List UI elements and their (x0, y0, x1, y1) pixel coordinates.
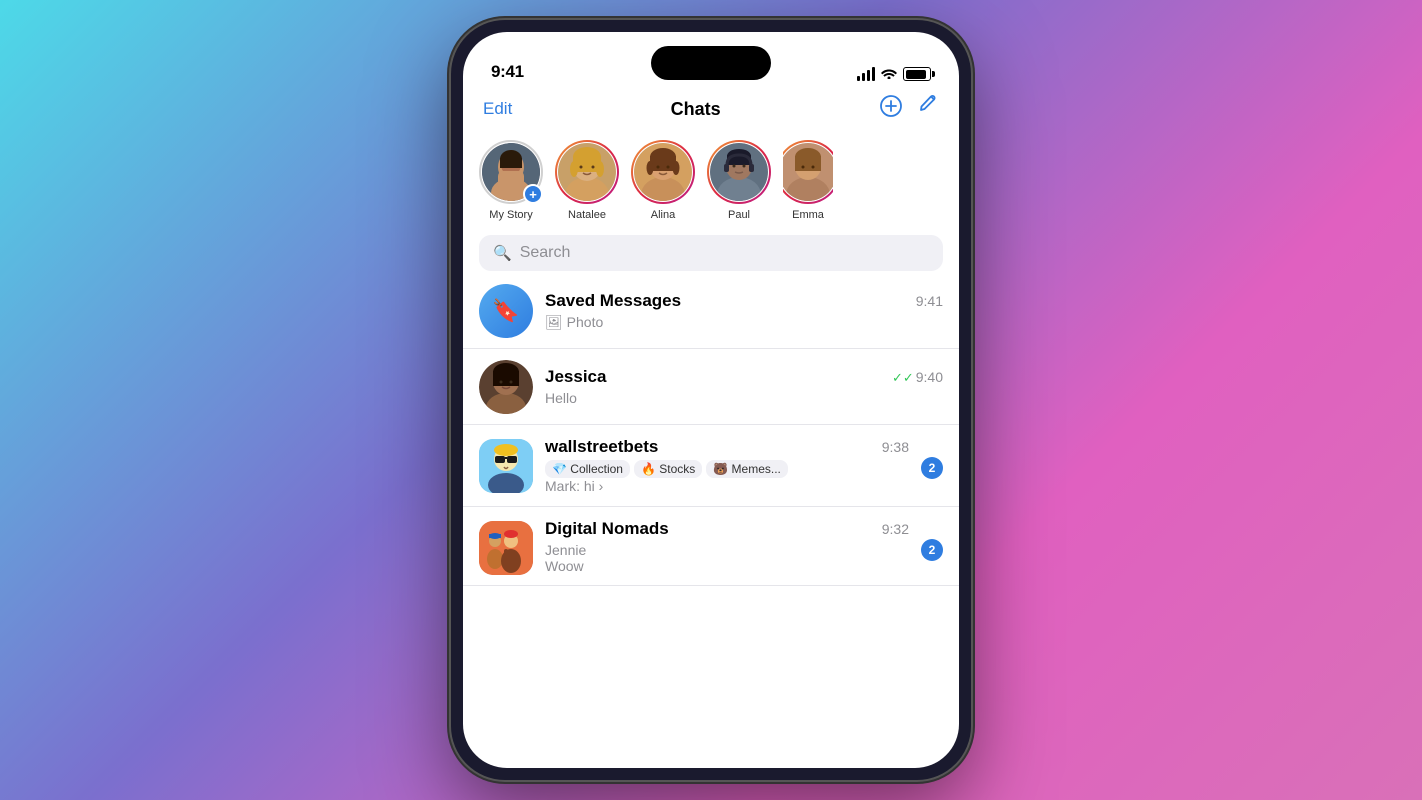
chat-name-jessica: Jessica (545, 367, 606, 387)
edit-button[interactable]: Edit (483, 99, 512, 119)
story-ring-natalee (555, 140, 619, 204)
chat-content-jessica: Jessica ✓✓9:40 Hello (545, 367, 943, 406)
wifi-icon (881, 66, 897, 82)
story-avatar-wrapper-mystory: + (479, 140, 543, 204)
dynamic-island (651, 46, 771, 80)
story-avatar-wrapper-natalee (555, 140, 619, 204)
signal-icon (857, 67, 875, 81)
story-ring-alina (631, 140, 695, 204)
avatar-paul (710, 143, 768, 201)
chat-top-jessica: Jessica ✓✓9:40 (545, 367, 943, 387)
chat-time-wsb: 9:38 (882, 439, 909, 455)
chat-preview-row-wsb: Mark: hi › (545, 478, 909, 494)
chat-preview-nomads-2: Woow (545, 558, 909, 574)
story-avatar-wrapper-emma (783, 140, 833, 204)
battery-icon (903, 67, 931, 81)
chat-content-nomads: Digital Nomads 9:32 Jennie Woow (545, 519, 909, 574)
topic-tags-wsb: 💎 Collection 🔥 Stocks 🐻 Memes... (545, 460, 909, 478)
topic-tag-stocks: 🔥 Stocks (634, 460, 702, 478)
story-ring-emma (783, 140, 833, 204)
chat-name-nomads: Digital Nomads (545, 519, 669, 539)
story-label-mystory: My Story (489, 209, 532, 221)
add-story-badge: + (523, 184, 543, 204)
search-placeholder: Search (520, 244, 571, 262)
story-item-alina[interactable]: Alina (631, 140, 695, 221)
chat-badge-nomads: 2 (921, 539, 943, 561)
story-item-my-story[interactable]: + My Story (479, 140, 543, 221)
phone-wrapper: 9:41 (451, 20, 971, 780)
story-item-paul[interactable]: Paul (707, 140, 771, 221)
chat-preview-saved: 🖼 Photo (545, 314, 943, 331)
compose-icon[interactable] (917, 94, 939, 124)
chat-top-nomads: Digital Nomads 9:32 (545, 519, 909, 539)
add-contact-icon[interactable] (879, 94, 903, 124)
chat-time-jessica: ✓✓9:40 (892, 369, 943, 386)
header-actions (879, 94, 939, 124)
chat-badge-wsb: 2 (921, 457, 943, 479)
chat-item-wsb[interactable]: wallstreetbets 9:38 💎 Collection 🔥 Stock… (463, 425, 959, 507)
bookmark-icon: 🔖 (492, 298, 519, 324)
story-label-paul: Paul (728, 209, 750, 221)
story-label-emma: Emma (792, 209, 824, 221)
avatar-alina (634, 143, 692, 201)
chat-item-saved-messages[interactable]: 🔖 Saved Messages 9:41 🖼 Photo (463, 273, 959, 349)
search-bar[interactable]: 🔍 Search (479, 235, 943, 271)
phone-screen: 9:41 (463, 32, 959, 768)
chat-content-saved: Saved Messages 9:41 🖼 Photo (545, 291, 943, 331)
story-item-emma[interactable]: Emma (783, 140, 833, 221)
chat-item-jessica[interactable]: Jessica ✓✓9:40 Hello (463, 349, 959, 425)
topic-tag-collection: 💎 Collection (545, 460, 630, 478)
signal-bar-4 (872, 67, 875, 81)
story-label-alina: Alina (651, 209, 675, 221)
chat-item-nomads[interactable]: Digital Nomads 9:32 Jennie Woow 2 (463, 507, 959, 586)
battery-fill (906, 70, 927, 79)
chat-avatar-wsb (479, 439, 533, 493)
signal-bar-3 (867, 70, 870, 81)
chat-avatar-nomads (479, 521, 533, 575)
story-avatar-wrapper-alina (631, 140, 695, 204)
chat-content-wsb: wallstreetbets 9:38 💎 Collection 🔥 Stock… (545, 437, 909, 494)
signal-bar-2 (862, 73, 865, 81)
chat-avatar-jessica (479, 360, 533, 414)
chat-preview-jessica: Hello (545, 390, 943, 406)
header: Edit Chats (463, 90, 959, 134)
chat-time-saved: 9:41 (916, 293, 943, 309)
signal-bar-1 (857, 76, 860, 81)
story-label-natalee: Natalee (568, 209, 606, 221)
chat-preview-wsb: Mark: hi › (545, 478, 603, 494)
chat-list: 🔖 Saved Messages 9:41 🖼 Photo (463, 273, 959, 768)
avatar-emma (783, 143, 833, 201)
chat-preview-nomads-1: Jennie (545, 542, 909, 558)
search-icon: 🔍 (493, 244, 512, 262)
story-ring-paul (707, 140, 771, 204)
page-title: Chats (671, 99, 721, 120)
chat-top-saved: Saved Messages 9:41 (545, 291, 943, 311)
chat-name-wsb: wallstreetbets (545, 437, 658, 457)
status-icons (857, 66, 931, 82)
stories-row: + My Story (463, 134, 959, 235)
read-checkmark-jessica: ✓✓ (892, 370, 914, 385)
right-area-jessica: ✓✓9:40 (892, 369, 943, 386)
chat-avatar-saved: 🔖 (479, 284, 533, 338)
story-item-natalee[interactable]: Natalee (555, 140, 619, 221)
story-avatar-wrapper-paul (707, 140, 771, 204)
chat-name-saved: Saved Messages (545, 291, 681, 311)
chat-top-wsb: wallstreetbets 9:38 (545, 437, 909, 457)
chat-time-nomads: 9:32 (882, 521, 909, 537)
avatar-natalee (558, 143, 616, 201)
status-time: 9:41 (491, 62, 524, 82)
topic-tag-memes: 🐻 Memes... (706, 460, 788, 478)
